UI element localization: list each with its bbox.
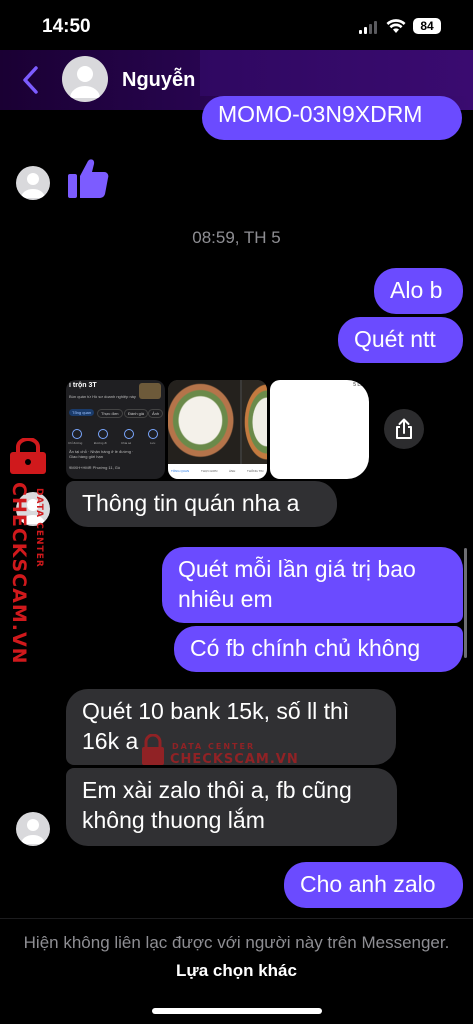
map-action-label: Đường đi: [94, 441, 107, 445]
battery-indicator: 84: [413, 18, 441, 34]
contact-avatar[interactable]: [62, 56, 108, 102]
map-action-icon: [98, 429, 108, 439]
message-text: Quét ntt: [354, 326, 436, 352]
message-bubble-incoming[interactable]: Thông tin quán nha a: [66, 481, 337, 527]
message-text: Thông tin quán nha a: [82, 490, 300, 516]
map-tab: Đánh giá: [124, 409, 149, 418]
map-tab: Thực đơn: [97, 409, 123, 418]
message-bubble-outgoing[interactable]: Cho anh zalo: [284, 862, 463, 908]
food-tab: THỰC ĐƠN: [201, 469, 218, 473]
watermark-brand: CHECKSCAM.VN: [170, 752, 299, 767]
back-chevron-icon[interactable]: [20, 64, 40, 96]
map-action-label: Chỉ đường: [68, 441, 83, 445]
food-tab: THÔNG TIN: [247, 469, 264, 473]
image-attachment-food[interactable]: TỔNG QUAN THỰC ĐƠN ẢNH THÔNG TIN: [168, 380, 267, 479]
image-attachment-blank[interactable]: 5 Lê: [270, 380, 369, 479]
unavailable-footer: Hiện không liên lạc được với người này t…: [0, 918, 473, 1024]
message-text: Alo b: [390, 277, 443, 303]
food-photo: [242, 380, 267, 464]
message-bubble-outgoing[interactable]: Quét ntt: [338, 317, 463, 363]
map-action-label: Chia sẻ: [121, 441, 132, 445]
message-text: Có fb chính chủ không: [190, 635, 421, 661]
default-avatar-icon: [70, 66, 100, 98]
food-photo: [168, 380, 240, 464]
food-tabs: TỔNG QUAN THỰC ĐƠN ẢNH THÔNG TIN: [168, 464, 267, 479]
share-icon: [396, 418, 412, 439]
food-tab: ẢNH: [229, 469, 236, 473]
map-action-label: Lưu: [150, 441, 156, 445]
map-tab: Tổng quan: [69, 409, 95, 416]
map-tab: Ảnh: [148, 409, 164, 418]
attachment-label: 5 Lê: [353, 382, 363, 388]
message-text: MOMO-03N9XDRM: [218, 101, 423, 127]
other-options-link[interactable]: Lựa chọn khác: [176, 961, 297, 980]
message-bubble-outgoing[interactable]: Có fb chính chủ không: [174, 626, 463, 672]
cellular-signal-icon: [359, 21, 377, 34]
header-overlap: [200, 50, 473, 96]
clock: 14:50: [42, 16, 91, 37]
home-indicator[interactable]: [152, 1008, 322, 1014]
map-address: 9MXH+HMR Phường 11, Gò: [69, 465, 121, 470]
image-attachment-map[interactable]: i trộn 3T Bún quán từ Hồ sơ doanh nghiệp…: [66, 380, 165, 479]
status-bar: 14:50 84: [0, 0, 473, 50]
scrollbar[interactable]: [464, 548, 467, 658]
map-action-icon: [72, 429, 82, 439]
default-avatar-icon: [21, 819, 45, 844]
message-bubble-outgoing[interactable]: Alo b: [374, 268, 463, 314]
share-button[interactable]: [384, 409, 424, 449]
message-text: Em xài zalo thôi a, fb cũng không thuong…: [82, 777, 352, 833]
message-timestamp: 08:59, TH 5: [192, 228, 281, 247]
message-bubble-outgoing[interactable]: MOMO-03N9XDRM: [202, 96, 462, 140]
message-bubble-outgoing[interactable]: Quét mỗi lần giá trị bao nhiêu em: [162, 547, 463, 623]
thumbs-up-icon[interactable]: [66, 156, 110, 200]
map-action-icon: [124, 429, 134, 439]
default-avatar-icon: [21, 173, 45, 198]
sender-avatar[interactable]: [16, 812, 50, 846]
watermark-lock-icon: [10, 438, 46, 474]
place-icon: [139, 383, 161, 399]
food-tab: TỔNG QUAN: [171, 469, 190, 473]
message-text: Cho anh zalo: [300, 871, 436, 897]
map-line: Bún quán từ Hồ sơ doanh nghiệp này: [69, 394, 136, 399]
map-title: i trộn 3T: [69, 382, 97, 389]
watermark-subtitle: DATA CENTER: [172, 742, 256, 751]
map-info: Ăn tại chỗ · Nhận hàng ở lề đường · Giao…: [69, 449, 134, 459]
message-text: Quét mỗi lần giá trị bao nhiêu em: [178, 556, 416, 612]
notice-text: Hiện không liên lạc được với người này t…: [23, 933, 450, 952]
map-action-icon: [148, 429, 158, 439]
message-bubble-incoming[interactable]: Em xài zalo thôi a, fb cũng không thuong…: [66, 768, 397, 846]
watermark-lock-icon: [142, 734, 164, 765]
footer-notice: Hiện không liên lạc được với người này t…: [20, 929, 453, 985]
wifi-icon: [386, 19, 406, 33]
watermark-brand: CHECKSCAM.VN: [8, 482, 30, 665]
watermark-subtitle: DATA CENTER: [34, 488, 44, 568]
sender-avatar[interactable]: [16, 166, 50, 200]
